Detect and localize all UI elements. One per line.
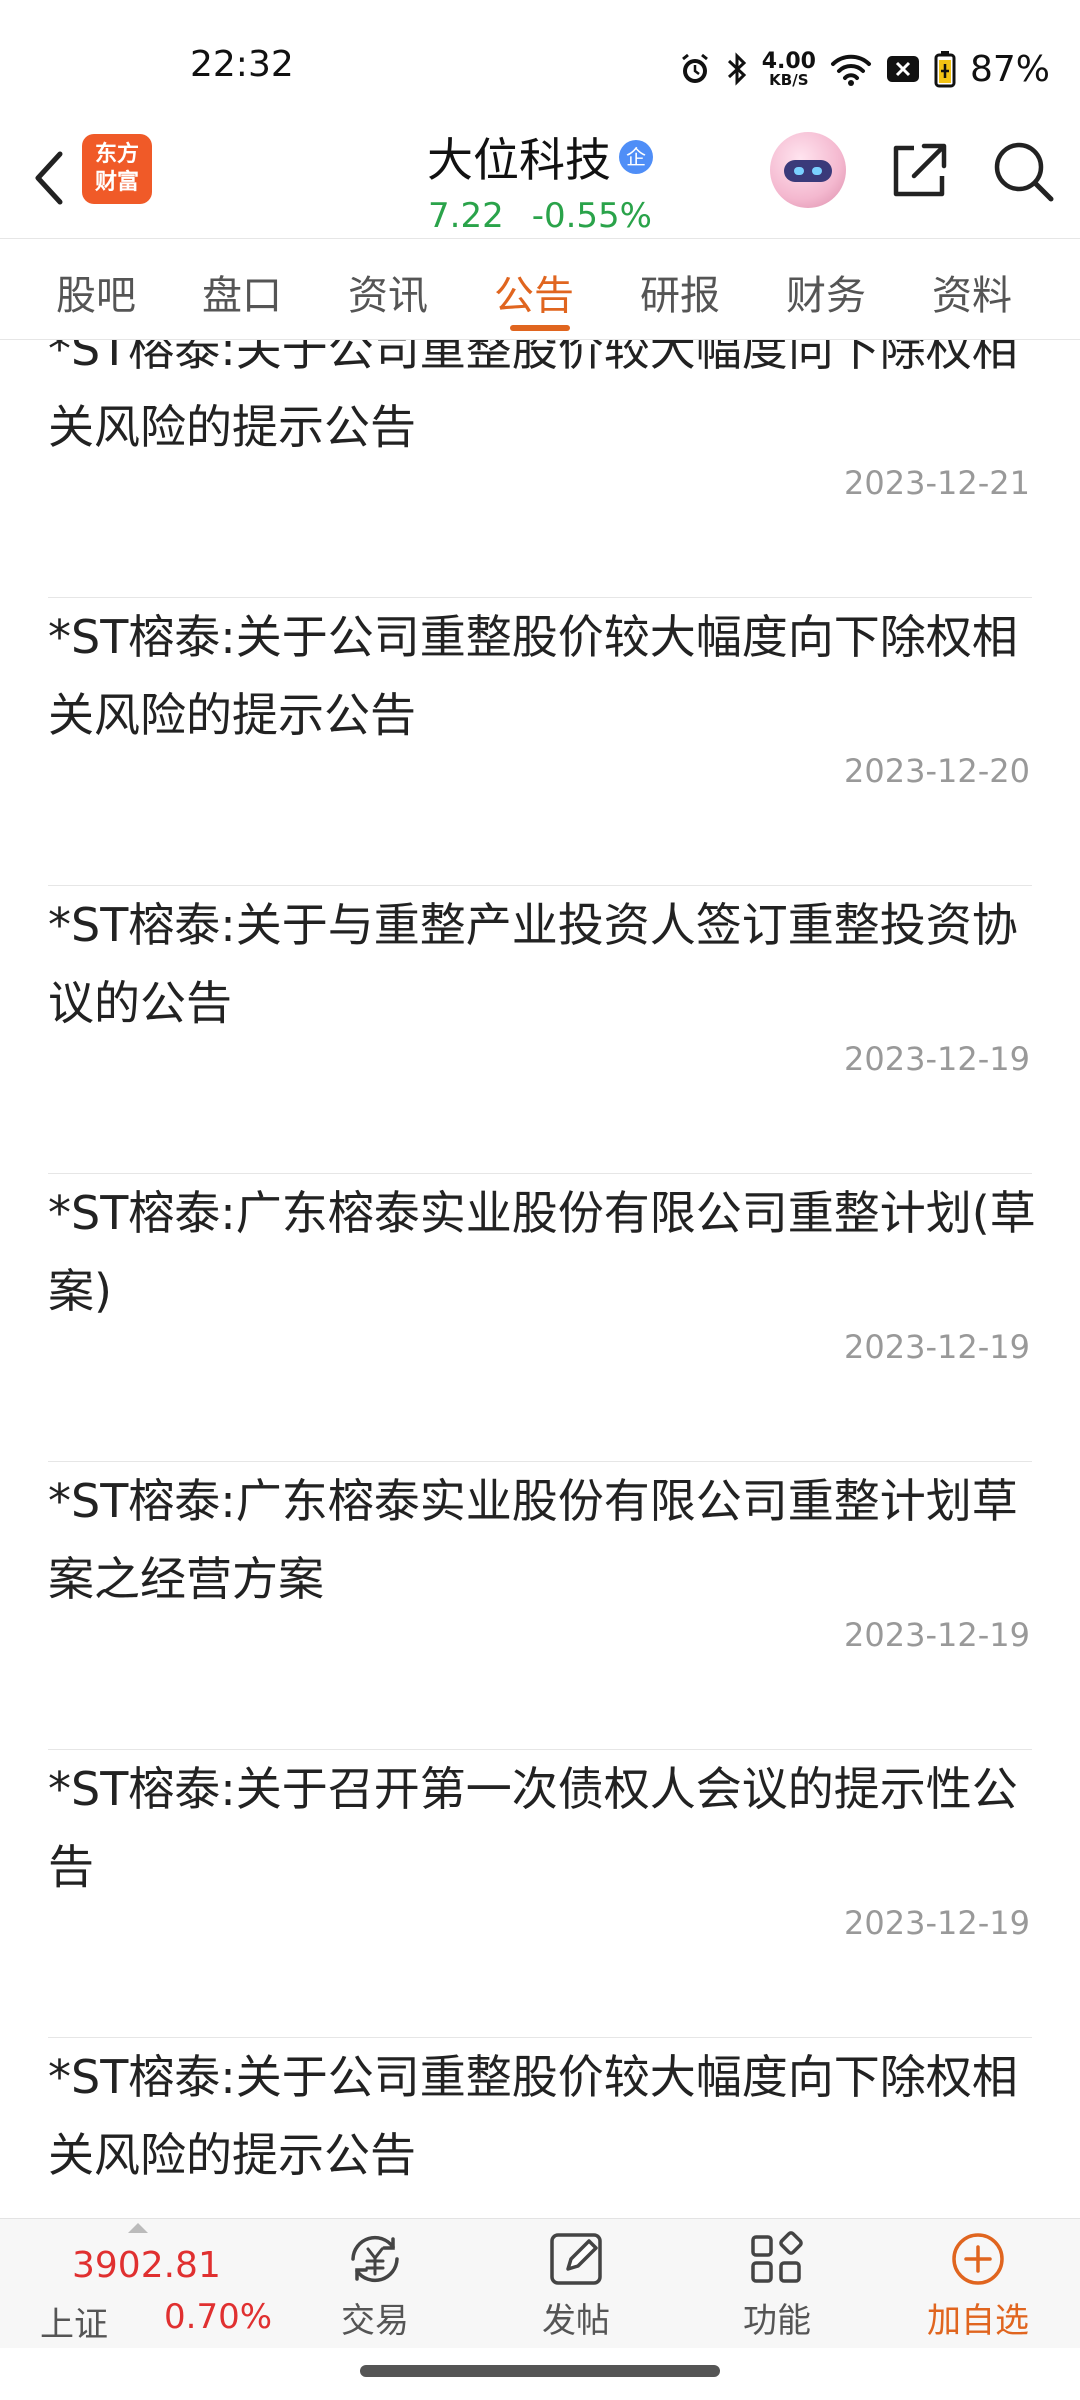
active-tab-indicator [510,325,570,331]
list-item[interactable]: *ST榕泰:关于公司重整股价较大幅度向下除权相关风险的提示公告 [48,2038,1032,2218]
announcement-title: *ST榕泰:关于与重整产业投资人签订重整投资协议的公告 [48,898,1018,1030]
tab-guba[interactable]: 股吧 [56,263,136,321]
announcement-date: 2023-12-19 [844,1328,1030,1366]
net-speed-value: 4.00 [761,48,816,74]
add-watchlist-label: 加自选 [927,2301,1029,2341]
trade-button[interactable]: 交易 [305,2229,445,2345]
alarm-icon [678,52,712,86]
announcement-date: 2023-12-20 [844,752,1030,790]
share-button[interactable] [884,136,954,206]
stock-price: 7.22 [428,196,504,236]
stock-change-pct: -0.55% [531,196,652,236]
net-speed-unit: KB/S [769,70,809,89]
tab-research[interactable]: 研报 [640,263,720,321]
tab-announcements[interactable]: 公告 [494,263,574,321]
logo-line2: 财富 [94,170,139,195]
add-watchlist-button[interactable]: 加自选 [908,2229,1048,2345]
post-icon [550,2233,602,2285]
stock-header: 东方 财富 大位科技 企 7.22 -0.55% [0,120,1080,238]
market-index-widget[interactable]: 3902.81 上证 0.70% [30,2219,280,2349]
tab-finance[interactable]: 财务 [786,263,866,321]
list-item[interactable]: *ST榕泰:关于与重整产业投资人签订重整投资协议的公告 2023-12-19 [48,886,1032,1174]
add-watchlist-icon [952,2233,1004,2285]
status-time: 22:32 [190,44,294,85]
list-item[interactable]: *ST榕泰:广东榕泰实业股份有限公司重整计划(草案) 2023-12-19 [48,1174,1036,1462]
tab-profile[interactable]: 资料 [932,263,1012,321]
status-bar: 22:32 4.00 KB/S 87% [0,0,1080,120]
stock-quote: 7.22 -0.55% [300,196,780,236]
sim-blocked-icon [886,55,920,83]
announcement-title: *ST榕泰:关于公司重整股价较大幅度向下除权相关风险的提示公告 [48,610,1018,742]
search-button[interactable] [988,136,1058,206]
bottom-toolbar: 3902.81 上证 0.70% 交易 发帖 功能 加自选 [0,2218,1080,2348]
index-value: 3902.81 [72,2245,221,2286]
battery-percent: 87% [969,48,1050,90]
index-change: 0.70% [164,2297,273,2337]
list-item[interactable]: *ST榕泰:关于公司重整股价较大幅度向下除权相关风险的提示公告 2023-12-… [48,598,1032,886]
post-label: 发帖 [542,2301,610,2341]
tab-pankou[interactable]: 盘口 [202,263,282,321]
back-button[interactable] [20,138,80,218]
announcement-title: *ST榕泰:关于公司重整股价较大幅度向下除权相关风险的提示公告 [48,340,1018,454]
functions-icon [751,2231,803,2283]
trade-label: 交易 [341,2301,409,2341]
net-speed: 4.00 KB/S [761,48,816,89]
logo-line1: 东方 [94,142,139,167]
announcement-title: *ST榕泰:关于公司重整股价较大幅度向下除权相关风险的提示公告 [48,2050,1018,2182]
announcement-list: *ST榕泰:关于公司重整股价较大幅度向下除权相关风险的提示公告 2023-12-… [0,340,1080,2218]
back-icon [35,151,63,205]
wifi-icon [830,52,872,86]
list-item[interactable]: *ST榕泰:关于召开第一次债权人会议的提示性公告 2023-12-19 [48,1750,1032,2038]
list-item[interactable]: *ST榕泰:关于公司重整股价较大幅度向下除权相关风险的提示公告 2023-12-… [48,340,1032,598]
index-name: 上证 [40,2305,108,2345]
status-icons: 4.00 KB/S 87% [678,44,1050,94]
functions-label: 功能 [743,2301,811,2341]
enterprise-badge: 企 [619,140,653,174]
app-logo[interactable]: 东方 财富 [82,134,152,204]
stock-name-row: 大位科技 企 [427,124,653,190]
announcement-date: 2023-12-19 [844,1904,1030,1942]
announcement-title: *ST榕泰:关于召开第一次债权人会议的提示性公告 [48,1762,1018,1894]
announcement-title: *ST榕泰:广东榕泰实业股份有限公司重整计划(草案) [48,1186,1036,1318]
tab-bar: 股吧 盘口 资讯 公告 研报 财务 资料 [0,238,1080,340]
list-item[interactable]: *ST榕泰:广东榕泰实业股份有限公司重整计划草案之经营方案 2023-12-19 [48,1462,1032,1750]
share-icon [893,143,947,197]
announcement-date: 2023-12-19 [844,1616,1030,1654]
tab-news[interactable]: 资讯 [348,263,428,321]
search-icon [994,142,1054,202]
stock-name: 大位科技 [427,133,611,187]
caret-up-icon [128,2223,148,2233]
announcement-date: 2023-12-21 [844,464,1030,502]
robot-assistant-icon[interactable] [770,132,846,208]
post-button[interactable]: 发帖 [506,2229,646,2345]
announcement-title: *ST榕泰:广东榕泰实业股份有限公司重整计划草案之经营方案 [48,1474,1018,1606]
home-indicator[interactable] [360,2365,720,2377]
trade-icon [351,2235,399,2283]
bluetooth-icon [726,51,748,87]
battery-icon [934,50,956,88]
announcement-date: 2023-12-19 [844,1040,1030,1078]
stock-title: 大位科技 企 7.22 -0.55% [300,124,780,236]
functions-button[interactable]: 功能 [707,2229,847,2345]
